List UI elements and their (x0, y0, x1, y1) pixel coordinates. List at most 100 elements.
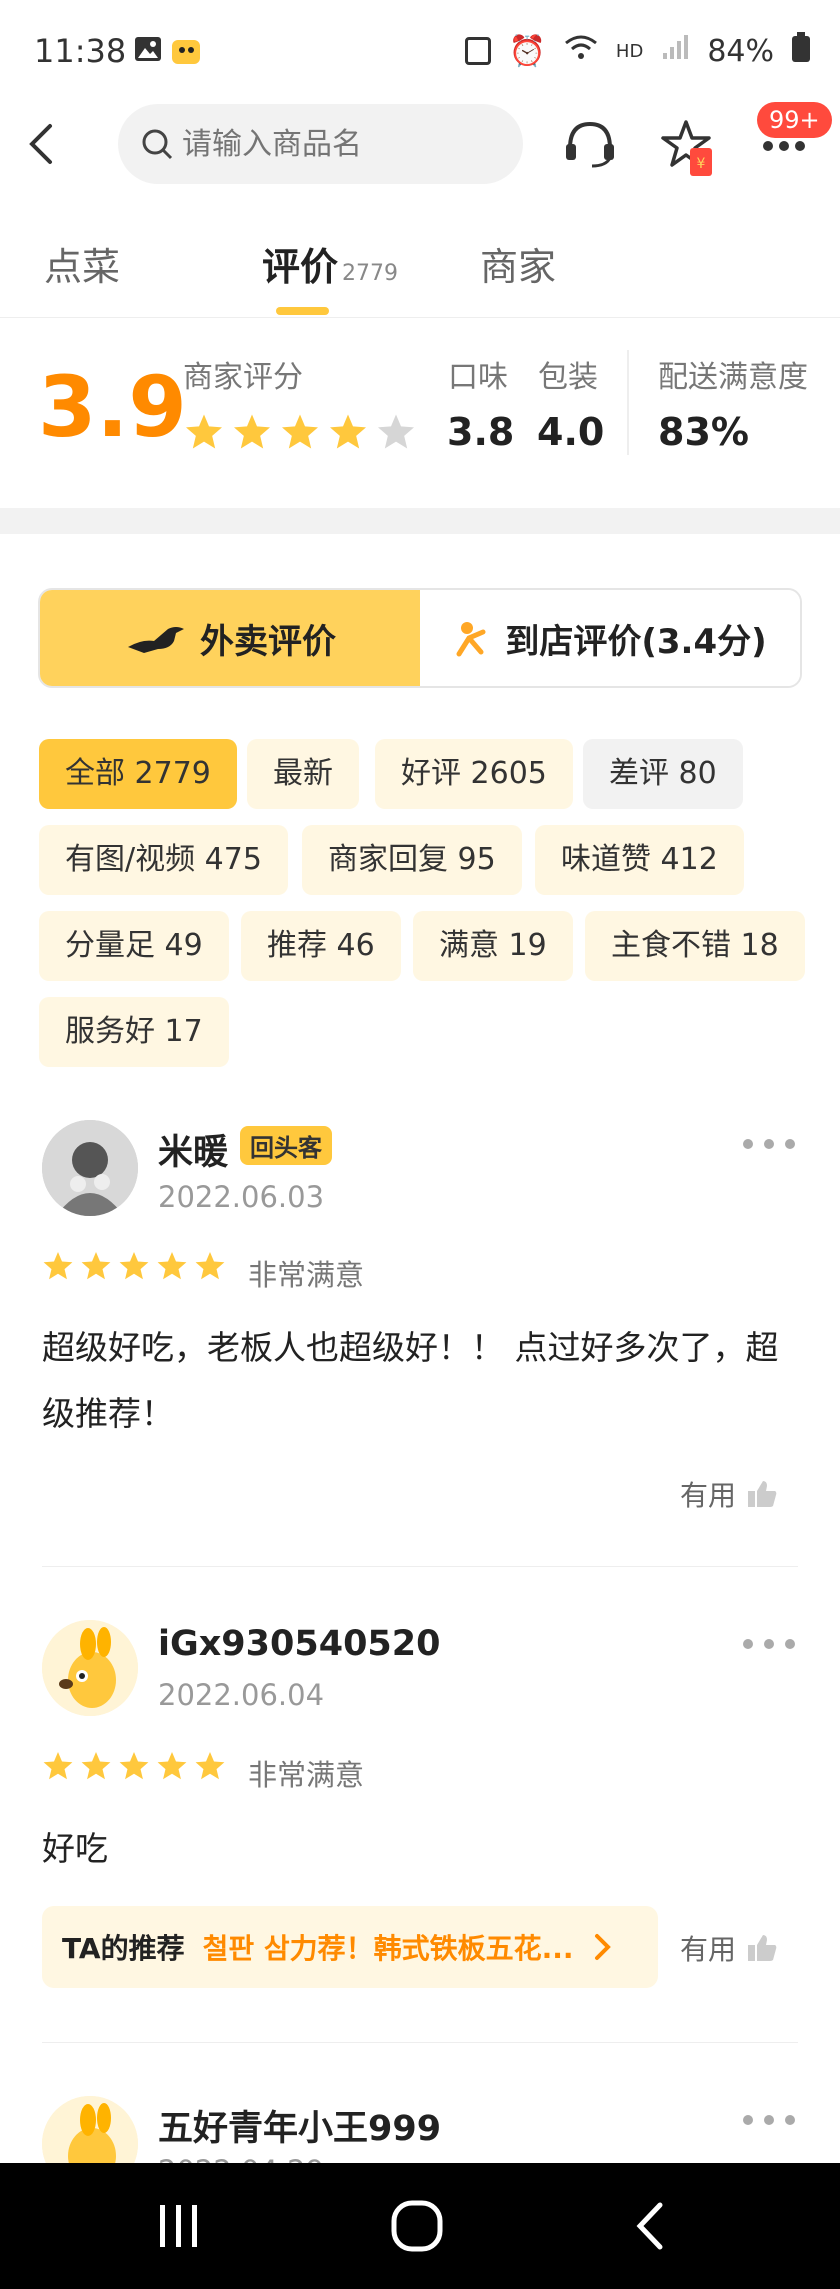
taste-label: 口味 (448, 360, 508, 395)
star-filled-icon (186, 414, 222, 449)
more-dots-icon (743, 1139, 795, 1149)
more-dots-icon (743, 1639, 795, 1649)
star-filled-icon (81, 1752, 111, 1780)
filter-recommend[interactable]: 推荐 46 (241, 911, 401, 981)
back-chevron-icon (636, 2202, 663, 2250)
delivery-value: 83% (658, 410, 749, 454)
merchant-rating-label: 商家评分 (183, 360, 303, 395)
review-stars (42, 1750, 226, 1782)
favorite-button[interactable]: ¥ (660, 118, 718, 184)
review-content: 好吃 (42, 1829, 108, 1868)
star-filled-icon (195, 1752, 225, 1780)
battery-level: 84% (707, 33, 774, 69)
kangaroo-avatar-icon (42, 1620, 138, 1716)
review-type-switch: 外卖评价 到店评价(3.4分) (38, 588, 802, 688)
chevron-right-icon (594, 1934, 611, 1960)
review-more-button[interactable] (740, 1134, 800, 1158)
home-icon (391, 2200, 443, 2252)
takeout-review-tab[interactable]: 外卖评价 (40, 590, 420, 686)
filter-good-service[interactable]: 服务好 17 (39, 997, 229, 1067)
star-filled-icon (234, 414, 270, 449)
filter-good-staple[interactable]: 主食不错 18 (585, 911, 805, 981)
package-value: 4.0 (537, 410, 605, 454)
notification-badge: 99+ (757, 102, 832, 138)
review-more-button[interactable] (740, 2110, 800, 2134)
review-date: 2022.06.04 (158, 1678, 325, 1712)
filter-all[interactable]: 全部 2779 (39, 739, 237, 809)
filter-positive[interactable]: 好评 2605 (375, 739, 573, 809)
hd-label: HD (615, 40, 644, 62)
tabs-divider (0, 317, 840, 318)
filter-merchant-reply[interactable]: 商家回复 95 (302, 825, 522, 895)
filter-generous-portion[interactable]: 分量足 49 (39, 911, 229, 981)
customer-service-button[interactable] (562, 118, 618, 172)
status-time: 11:38 (34, 32, 127, 70)
star-filled-icon (119, 1752, 149, 1780)
search-input[interactable] (180, 125, 504, 163)
useful-button[interactable]: 有用 (680, 1474, 778, 1514)
star-filled-icon (195, 1252, 225, 1280)
filter-latest[interactable]: 最新 (247, 739, 359, 809)
recommended-dish-bar[interactable]: TA的推荐 철판 삼力荐！韩式铁板五花... (42, 1906, 658, 1988)
status-right: ⏰ HD 84% (464, 32, 810, 70)
star-filled-icon (330, 414, 366, 449)
star-filled-icon (282, 414, 318, 449)
tab-reviews[interactable]: 评价 2779 (262, 236, 398, 291)
avatar[interactable] (42, 1120, 138, 1216)
review-divider (42, 1566, 798, 1567)
active-tab-indicator (276, 307, 329, 315)
star-filled-icon (157, 1752, 187, 1780)
wifi-icon (564, 33, 598, 69)
filter-with-media[interactable]: 有图/视频 475 (39, 825, 288, 895)
alarm-icon: ⏰ (508, 33, 546, 69)
nfc-icon (464, 37, 491, 65)
instore-review-tab[interactable]: 到店评价(3.4分) (420, 590, 800, 686)
reviewer-name: iGx930540520 (158, 1624, 441, 1664)
thumbs-up-icon (748, 1935, 777, 1961)
recent-apps-button[interactable] (156, 2203, 204, 2253)
rating-text: 非常满意 (248, 1758, 365, 1792)
back-arrow-icon (29, 124, 52, 164)
recent-apps-icon (160, 2205, 197, 2247)
system-nav-bar (0, 2163, 840, 2289)
home-button[interactable] (390, 2199, 444, 2257)
review-more-button[interactable] (740, 1634, 800, 1658)
back-button[interactable] (22, 120, 58, 172)
taste-value: 3.8 (447, 410, 515, 454)
avatar-photo (42, 1120, 138, 1216)
useful-button[interactable]: 有用 (680, 1928, 778, 1968)
thumbs-up-icon (748, 1481, 777, 1507)
filter-satisfied[interactable]: 满意 19 (413, 911, 573, 981)
star-filled-icon (43, 1752, 73, 1780)
reviewer-name: 五好青年小王999 (158, 2109, 442, 2149)
status-bar: 11:38 ⏰ HD 84% (0, 0, 840, 100)
battery-icon (792, 32, 810, 70)
person-icon (456, 622, 486, 657)
svg-text:¥: ¥ (697, 156, 706, 172)
rating-text: 非常满意 (248, 1258, 365, 1292)
tab-order[interactable]: 点菜 (44, 236, 120, 291)
recommend-label: TA的推荐 (62, 1932, 185, 1965)
reviewer-name: 米暖 (158, 1133, 229, 1173)
star-empty-icon (378, 414, 414, 449)
package-label: 包装 (538, 360, 598, 395)
review-date: 2022.06.03 (158, 1180, 325, 1214)
recommend-item: 철판 삼力荐！韩式铁板五花... (202, 1932, 574, 1965)
headset-icon (566, 121, 614, 168)
gallery-icon (134, 36, 162, 66)
tab-merchant[interactable]: 商家 (480, 236, 556, 291)
search-box[interactable] (118, 104, 523, 184)
avatar[interactable] (42, 1620, 138, 1716)
filter-negative[interactable]: 差评 80 (583, 739, 743, 809)
filter-tasty[interactable]: 味道赞 412 (535, 825, 744, 895)
summary-separator (627, 350, 629, 455)
system-back-button[interactable] (632, 2201, 668, 2255)
review-stars (42, 1250, 226, 1282)
section-gap (0, 508, 840, 534)
star-filled-icon (43, 1252, 73, 1280)
merchant-stars (184, 412, 416, 452)
star-filled-icon (81, 1252, 111, 1280)
review-content: 超级好吃，老板人也超级好！！ 点过好多次了，超级推荐！ (42, 1328, 779, 1433)
signal-icon (661, 33, 689, 69)
more-dots-icon (743, 2115, 795, 2125)
